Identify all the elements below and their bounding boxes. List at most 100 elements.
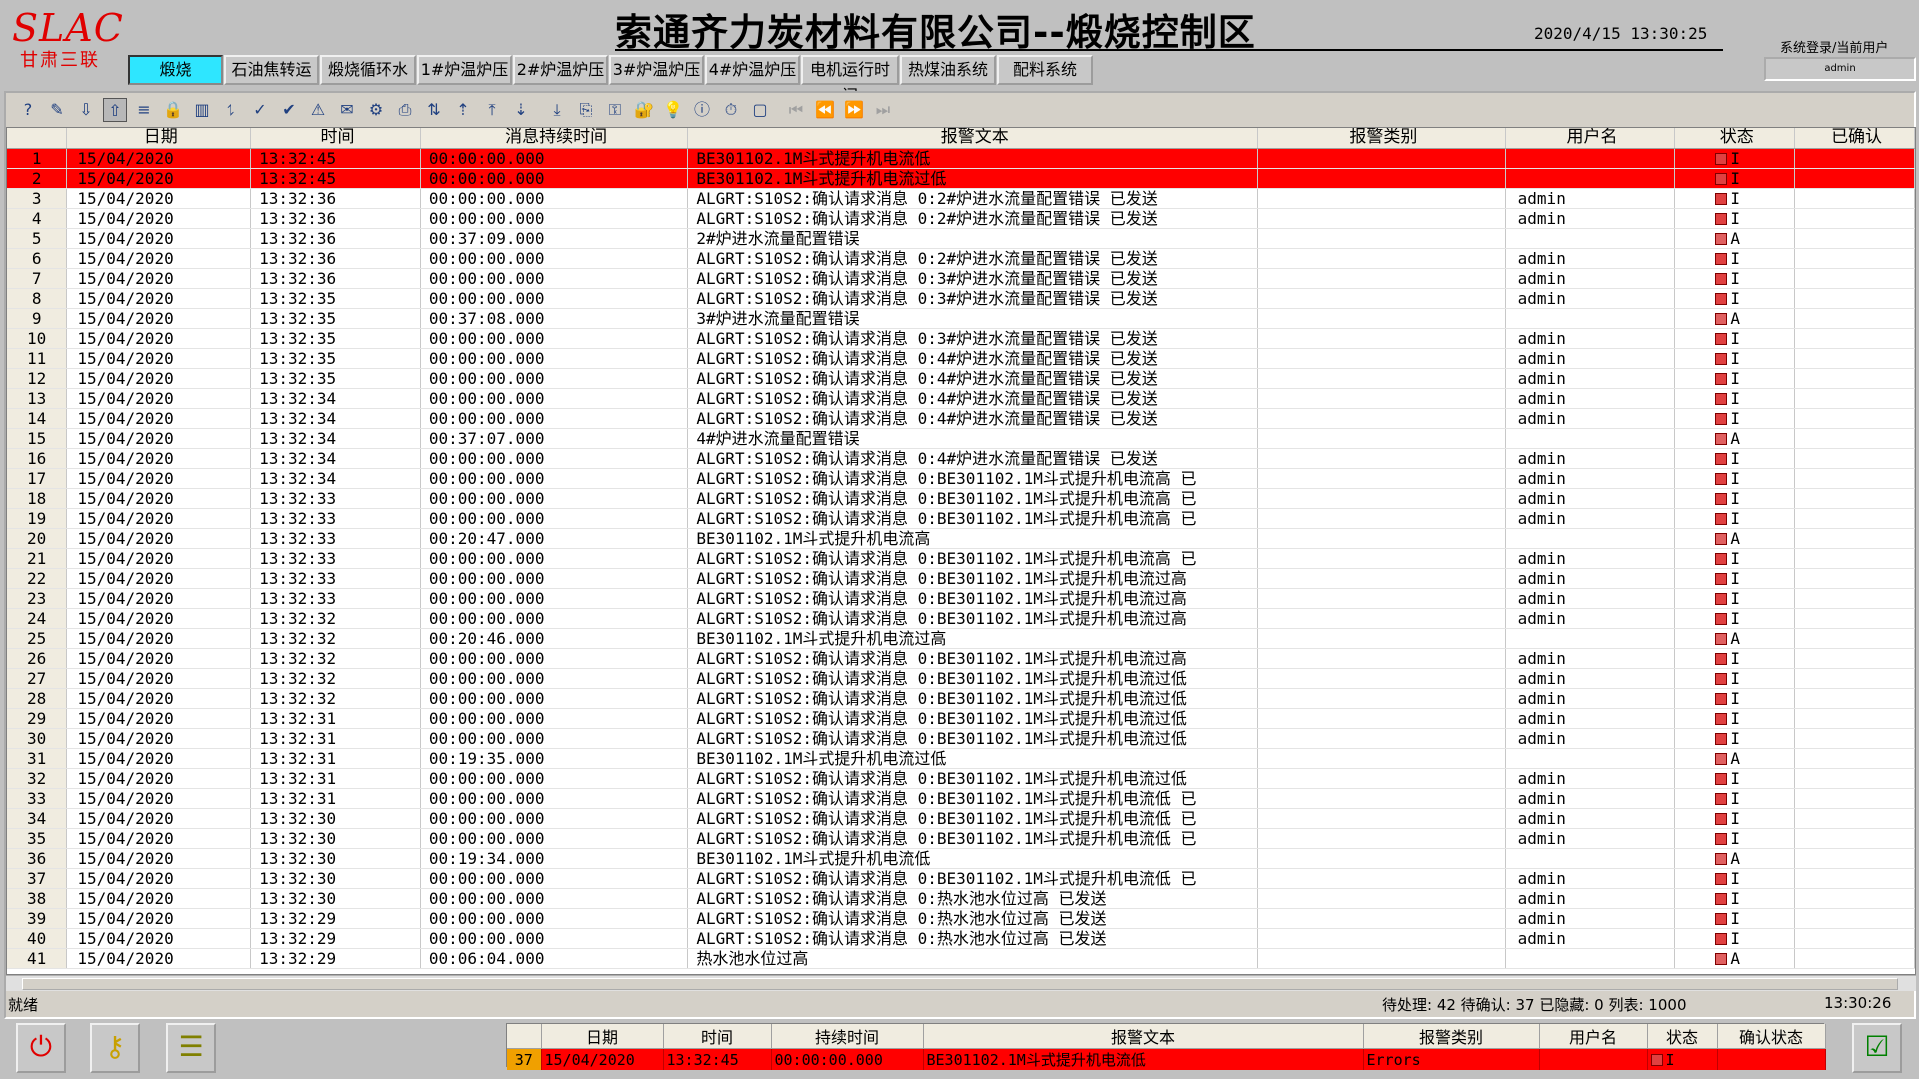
table-row[interactable]: 2 15/04/2020 13:32:45 00:00:00.000 BE301102.… [7, 168, 1915, 189]
nav-tab[interactable]: 热煤油系统 [900, 55, 996, 85]
table-row[interactable]: 1 15/04/2020 13:32:45 00:00:00.000 BE301102.… [7, 148, 1915, 169]
table-row[interactable]: 7 15/04/2020 13:32:36 00:00:00.000 ALGRT:S10… [7, 268, 1915, 289]
duration-header[interactable]: 消息持续时间 [420, 128, 689, 149]
table-row[interactable]: 19 15/04/2020 13:32:33 00:00:00.000 ALGRT:S1… [7, 508, 1915, 529]
table-row[interactable]: 14 15/04/2020 13:32:34 00:00:00.000 ALGRT:S1… [7, 408, 1915, 429]
nav-next-icon[interactable]: ⏩ [842, 98, 866, 122]
export-icon[interactable]: ⇩ [74, 98, 98, 122]
table-row[interactable]: 11 15/04/2020 13:32:35 00:00:00.000 ALGRT:S1… [7, 348, 1915, 369]
nav-tab[interactable]: 2#炉温炉压 [513, 55, 608, 85]
horizontal-scrollbar[interactable] [6, 975, 1916, 991]
username-header[interactable]: 用户名 [1505, 128, 1676, 149]
sort-icon[interactable]: ⇅ [422, 98, 446, 122]
table-row[interactable]: 20 15/04/2020 13:32:33 00:20:47.000 BE301102… [7, 528, 1915, 549]
table-row[interactable]: 9 15/04/2020 13:32:35 00:37:08.000 3#炉进水流量配置… [7, 308, 1915, 329]
nav-tab[interactable]: 煅烧 [128, 55, 223, 85]
chart-icon[interactable]: ▥ [190, 98, 214, 122]
scrollbar-thumb[interactable] [22, 978, 1898, 990]
table-row[interactable]: 40 15/04/2020 13:32:29 00:00:00.000 ALGRT:S1… [7, 928, 1915, 949]
table-row[interactable]: 15 15/04/2020 13:32:34 00:37:07.000 4#炉进水流量配… [7, 428, 1915, 449]
nav-tab[interactable]: 3#炉温炉压 [609, 55, 704, 85]
table-row[interactable]: 37 15/04/2020 13:32:30 00:00:00.000 ALGRT:S1… [7, 868, 1915, 889]
row-index-header[interactable] [7, 128, 68, 149]
nav-tab[interactable]: 电机运行时间 [801, 55, 899, 105]
table-row[interactable]: 8 15/04/2020 13:32:35 00:00:00.000 ALGRT:S10… [7, 288, 1915, 309]
table-row[interactable]: 35 15/04/2020 13:32:30 00:00:00.000 ALGRT:S1… [7, 828, 1915, 849]
import-icon[interactable]: ⇧ [103, 98, 127, 122]
last-icon[interactable]: ⤓ [545, 98, 569, 122]
note-icon[interactable]: ✉ [335, 98, 359, 122]
table-row[interactable]: 30 15/04/2020 13:32:31 00:00:00.000 ALGRT:S1… [7, 728, 1915, 749]
table-row[interactable]: 6 15/04/2020 13:32:36 00:00:00.000 ALGRT:S10… [7, 248, 1915, 269]
acknowledged-header[interactable]: 已确认 [1794, 128, 1915, 149]
table-row[interactable]: 41 15/04/2020 13:32:29 00:06:04.000 热水池水位过高 A [7, 948, 1915, 969]
settings-icon[interactable]: ⚙ [364, 98, 388, 122]
print-icon[interactable]: ⎙ [393, 98, 417, 122]
clock-icon[interactable]: ⏱ [719, 98, 743, 122]
table-row[interactable]: 21 15/04/2020 13:32:33 00:00:00.000 ALGRT:S1… [7, 548, 1915, 569]
current-user-field[interactable]: admin [1764, 57, 1916, 81]
table-row[interactable]: 3 15/04/2020 13:32:36 00:00:00.000 ALGRT:S10… [7, 188, 1915, 209]
table-row[interactable]: 29 15/04/2020 13:32:31 00:00:00.000 ALGRT:S1… [7, 708, 1915, 729]
nav-last-icon[interactable]: ⏭ [871, 98, 895, 122]
alarm-icon[interactable]: ⚠ [306, 98, 330, 122]
key-button[interactable]: ⚷ [90, 1023, 140, 1073]
window-icon[interactable]: ▢ [748, 98, 772, 122]
acknowledge-button[interactable]: ☑ [1852, 1023, 1902, 1073]
table-row[interactable]: 4 15/04/2020 13:32:36 00:00:00.000 ALGRT:S10… [7, 208, 1915, 229]
up-icon[interactable]: ⇡ [451, 98, 475, 122]
help-icon[interactable]: ? [16, 98, 40, 122]
nav-tab[interactable]: 配料系统 [997, 55, 1093, 85]
table-row[interactable]: 28 15/04/2020 13:32:32 00:00:00.000 ALGRT:S1… [7, 688, 1915, 709]
table-row[interactable]: 38 15/04/2020 13:32:30 00:00:00.000 ALGRT:S1… [7, 888, 1915, 909]
date-header[interactable]: 日期 [66, 128, 252, 149]
notes-button[interactable]: ☰ [166, 1023, 216, 1073]
table-row[interactable]: 24 15/04/2020 13:32:32 00:00:00.000 ALGRT:S1… [7, 608, 1915, 629]
table-row[interactable]: 36 15/04/2020 13:32:30 00:19:34.000 BE301102… [7, 848, 1915, 869]
status-header[interactable]: 状态 [1674, 128, 1796, 149]
table-row[interactable]: 31 15/04/2020 13:32:31 00:19:35.000 BE301102… [7, 748, 1915, 769]
list-icon[interactable]: ≡ [132, 98, 156, 122]
latest-alarm-table[interactable]: 日期 时间 持续时间 报警文本 报警类别 用户名 状态 确认状态 37 15/04/2020 13… [506, 1023, 1826, 1070]
nav-prev-icon[interactable]: ⏪ [813, 98, 837, 122]
table-row[interactable]: 27 15/04/2020 13:32:32 00:00:00.000 ALGRT:S1… [7, 668, 1915, 689]
table-row[interactable]: 26 15/04/2020 13:32:32 00:00:00.000 ALGRT:S1… [7, 648, 1915, 669]
table-row[interactable]: 13 15/04/2020 13:32:34 00:00:00.000 ALGRT:S1… [7, 388, 1915, 409]
table-row[interactable]: 25 15/04/2020 13:32:32 00:20:46.000 BE301102… [7, 628, 1915, 649]
nav-tab[interactable]: 1#炉温炉压 [417, 55, 512, 85]
table-row[interactable]: 33 15/04/2020 13:32:31 00:00:00.000 ALGRT:S1… [7, 788, 1915, 809]
nav-first-icon[interactable]: ⏮ [784, 98, 808, 122]
filter-icon[interactable]: ⥍ [219, 98, 243, 122]
table-row[interactable]: 23 15/04/2020 13:32:33 00:00:00.000 ALGRT:S1… [7, 588, 1915, 609]
nav-tab[interactable]: 石油焦转运 [224, 55, 319, 85]
table-row[interactable]: 17 15/04/2020 13:32:34 00:00:00.000 ALGRT:S1… [7, 468, 1915, 489]
padlock-icon[interactable]: 🔐 [632, 98, 656, 122]
down-icon[interactable]: ⇣ [509, 98, 533, 122]
table-row[interactable]: 5 15/04/2020 13:32:36 00:37:09.000 2#炉进水流量配置… [7, 228, 1915, 249]
key-icon[interactable]: ⚿ [603, 98, 627, 122]
first-icon[interactable]: ⤒ [480, 98, 504, 122]
time-header[interactable]: 时间 [250, 128, 421, 149]
table-row[interactable]: 10 15/04/2020 13:32:35 00:00:00.000 ALGRT:S1… [7, 328, 1915, 349]
alarm-table[interactable]: 日期 时间 消息持续时间 报警文本 报警类别 用户名 状态 已确认 1 15/04/2020 13… [6, 127, 1916, 975]
table-row[interactable]: 16 15/04/2020 13:32:34 00:00:00.000 ALGRT:S1… [7, 448, 1915, 469]
latest-alarm-row[interactable]: 37 15/04/2020 13:32:45 00:00:00.000 BE301102… [507, 1048, 1826, 1070]
alarm-text-header[interactable]: 报警文本 [687, 128, 1259, 149]
lock-icon[interactable]: 🔒 [161, 98, 185, 122]
copy-icon[interactable]: ⎘ [574, 98, 598, 122]
table-row[interactable]: 18 15/04/2020 13:32:33 00:00:00.000 ALGRT:S1… [7, 488, 1915, 509]
table-row[interactable]: 12 15/04/2020 13:32:35 00:00:00.000 ALGRT:S1… [7, 368, 1915, 389]
bulb-icon[interactable]: 💡 [661, 98, 685, 122]
ack-icon[interactable]: ✓ [248, 98, 272, 122]
table-row[interactable]: 34 15/04/2020 13:32:30 00:00:00.000 ALGRT:S1… [7, 808, 1915, 829]
nav-tab[interactable]: 煅烧循环水 [320, 55, 416, 85]
nav-tab[interactable]: 4#炉温炉压 [705, 55, 800, 85]
table-row[interactable]: 39 15/04/2020 13:32:29 00:00:00.000 ALGRT:S1… [7, 908, 1915, 929]
info-icon[interactable]: ⓘ [690, 98, 714, 122]
table-row[interactable]: 22 15/04/2020 13:32:33 00:00:00.000 ALGRT:S1… [7, 568, 1915, 589]
alarm-category-header[interactable]: 报警类别 [1257, 128, 1506, 149]
edit-icon[interactable]: ✎ [45, 98, 69, 122]
power-button[interactable]: ⏻ [16, 1023, 66, 1073]
table-row[interactable]: 32 15/04/2020 13:32:31 00:00:00.000 ALGRT:S1… [7, 768, 1915, 789]
check-icon[interactable]: ✔ [277, 98, 301, 122]
